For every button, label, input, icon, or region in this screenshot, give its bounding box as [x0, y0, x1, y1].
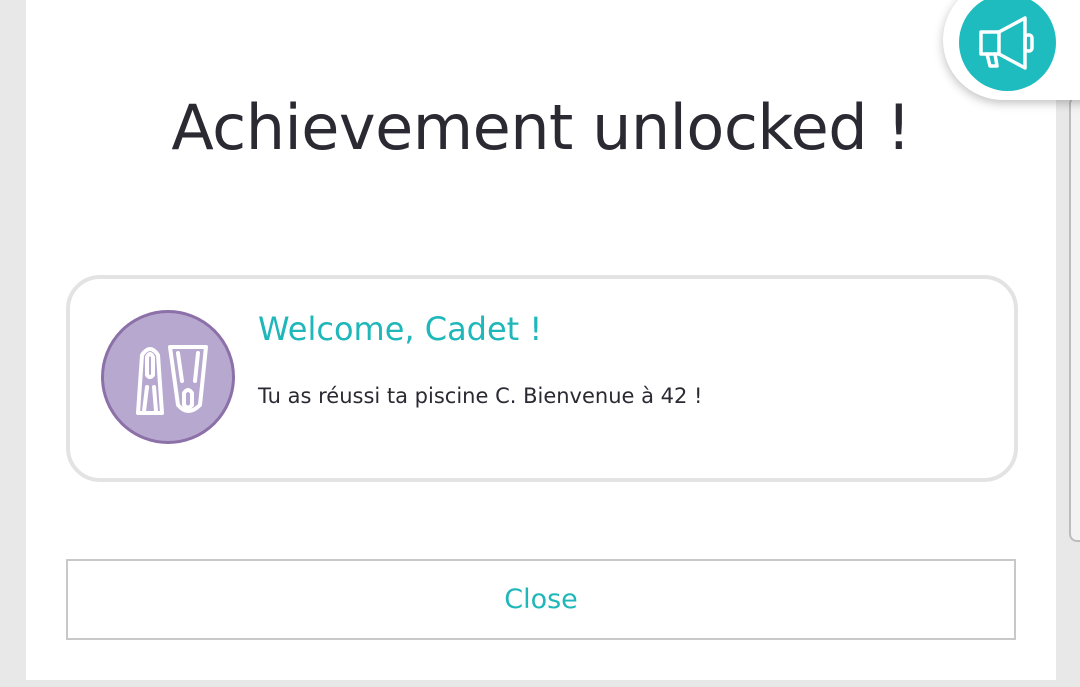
side-panel-edge: [1069, 96, 1080, 542]
achievement-name: Welcome, Cadet !: [258, 310, 543, 348]
app-screen: Achievement unlocked ! Welcome, Cadet ! …: [0, 0, 1080, 687]
achievement-card: Welcome, Cadet ! Tu as réussi ta piscine…: [66, 275, 1018, 482]
achievement-modal: Achievement unlocked ! Welcome, Cadet ! …: [26, 0, 1056, 680]
swim-fins-icon: [136, 345, 208, 415]
achievement-badge: [101, 310, 235, 444]
announcements-button-circle[interactable]: [959, 0, 1056, 91]
close-button[interactable]: Close: [66, 559, 1016, 640]
megaphone-icon: [979, 16, 1034, 70]
achievement-description: Tu as réussi ta piscine C. Bienvenue à 4…: [258, 384, 703, 408]
announcements-button[interactable]: [943, 0, 1080, 100]
modal-title: Achievement unlocked !: [171, 91, 911, 164]
